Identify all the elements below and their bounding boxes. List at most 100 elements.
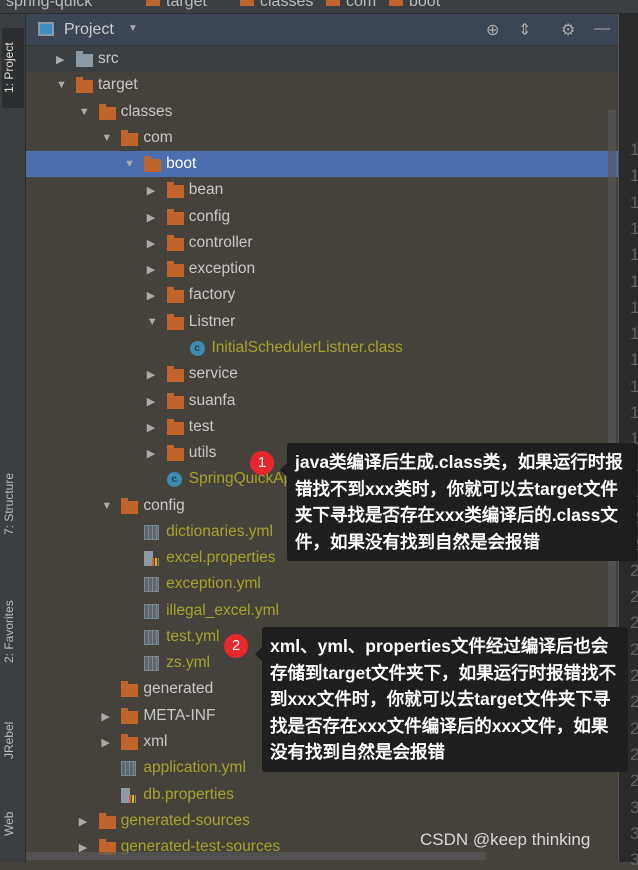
project-window-icon <box>38 22 54 36</box>
tree-item-label: Listner <box>188 313 236 330</box>
expanded-arrow-icon[interactable]: ▼ <box>56 79 67 91</box>
tree-row[interactable]: ▶ config <box>26 204 618 230</box>
minimize-icon[interactable]: — <box>594 20 610 38</box>
tree-row[interactable]: ▶ service <box>26 361 618 387</box>
collapsed-arrow-icon[interactable]: ▶ <box>147 421 155 434</box>
yml-file-icon <box>144 630 160 645</box>
breadcrumb-item[interactable]: boot <box>389 0 440 11</box>
collapsed-arrow-icon[interactable]: ▶ <box>147 395 155 408</box>
tree-item-label: application.yml <box>143 759 246 776</box>
tree-item-label: xml <box>143 733 168 750</box>
line-number: 2 <box>630 744 638 764</box>
breadcrumb-label: com <box>346 0 377 10</box>
tree-row[interactable]: illegal_excel.yml <box>26 598 618 624</box>
tree-row[interactable]: ▼ target <box>26 72 618 98</box>
tree-item-label: controller <box>188 234 253 251</box>
collapsed-arrow-icon[interactable]: ▶ <box>147 211 155 224</box>
tree-row[interactable]: ▶ suanfa <box>26 388 618 414</box>
tree-item-label: excel.properties <box>166 549 276 566</box>
breadcrumb-item[interactable]: classes <box>240 0 313 11</box>
line-number: 1 <box>630 271 638 291</box>
tree-row[interactable]: ▼ classes <box>26 99 618 125</box>
collapsed-arrow-icon[interactable]: ▶ <box>56 53 64 66</box>
folder-icon <box>166 314 184 330</box>
folder-icon <box>76 51 93 67</box>
tree-row[interactable]: c InitialSchedulerListner.class <box>26 335 618 361</box>
tree-item-label: generated <box>143 680 214 697</box>
tree-item-label: boot <box>166 155 197 172</box>
expanded-arrow-icon[interactable]: ▼ <box>124 158 135 170</box>
folder-icon <box>166 287 184 303</box>
breadcrumb-item[interactable]: target <box>146 0 207 11</box>
collapsed-arrow-icon[interactable]: ▶ <box>147 289 155 302</box>
tree-row[interactable]: db.properties <box>26 782 618 808</box>
line-number: 2 <box>630 692 638 712</box>
tree-row[interactable]: ▼ com <box>26 125 618 151</box>
collapsed-arrow-icon[interactable]: ▶ <box>101 736 109 749</box>
expanded-arrow-icon[interactable]: ▼ <box>101 500 112 512</box>
tree-row[interactable]: exception.yml <box>26 571 618 597</box>
line-number: 1 <box>630 297 638 317</box>
breadcrumb-item[interactable]: com <box>326 0 376 11</box>
folder-icon <box>121 498 139 514</box>
folder-icon <box>166 235 184 251</box>
expanded-arrow-icon[interactable]: ▼ <box>101 132 112 144</box>
tree-item-label: classes <box>120 103 173 120</box>
side-tab-web[interactable]: Web <box>2 794 24 854</box>
horizontal-scrollbar[interactable] <box>26 852 486 860</box>
side-tab-jrebel[interactable]: JRebel <box>2 710 24 770</box>
collapse-all-icon[interactable]: ⇕ <box>518 20 531 40</box>
collapsed-arrow-icon[interactable]: ▶ <box>147 368 155 381</box>
tree-row[interactable]: ▶ factory <box>26 282 618 308</box>
collapsed-arrow-icon[interactable]: ▶ <box>147 184 155 197</box>
tree-item-label: config <box>143 497 185 514</box>
tree-row[interactable]: ▶ exception <box>26 256 618 282</box>
breadcrumb-label: classes <box>260 0 314 10</box>
vertical-scrollbar[interactable] <box>608 110 616 660</box>
folder-icon <box>166 393 184 409</box>
collapsed-arrow-icon[interactable]: ▶ <box>101 710 109 723</box>
tree-item-label: illegal_excel.yml <box>166 602 279 619</box>
tree-item-label: dictionaries.yml <box>166 523 273 540</box>
folder-icon <box>166 445 184 461</box>
collapsed-arrow-icon[interactable]: ▶ <box>147 447 155 460</box>
collapsed-arrow-icon[interactable]: ▶ <box>79 815 87 828</box>
chevron-down-icon[interactable]: ▼ <box>128 23 138 34</box>
line-number: 1 <box>630 403 638 422</box>
tree-item-label: exception.yml <box>166 575 261 592</box>
folder-icon <box>76 77 93 93</box>
tree-row[interactable]: ▼ Listner <box>26 309 618 335</box>
line-number: 2 <box>630 587 638 607</box>
breadcrumb-label: boot <box>409 0 441 10</box>
properties-file-icon <box>121 788 137 803</box>
yml-file-icon <box>144 656 160 671</box>
folder-icon <box>98 813 116 829</box>
gear-icon[interactable]: ⚙ <box>561 20 575 40</box>
side-tab-project[interactable]: 1: Project <box>2 28 24 108</box>
breadcrumb-item[interactable]: spring-quick <box>6 0 92 11</box>
expanded-arrow-icon[interactable]: ▼ <box>147 316 158 328</box>
tree-row[interactable]: ▼ boot <box>26 151 618 177</box>
annotation-tooltip-2: xml、yml、properties文件经过编译后也会存储到target文件夹下… <box>255 627 628 772</box>
side-tab-favorites[interactable]: 2: Favorites <box>2 587 24 677</box>
line-number: 1 <box>630 245 638 265</box>
collapsed-arrow-icon[interactable]: ▶ <box>147 237 155 250</box>
locate-icon[interactable]: ⊕ <box>486 20 499 40</box>
side-tab-structure[interactable]: 7: Structure <box>2 459 24 549</box>
collapsed-arrow-icon[interactable]: ▶ <box>147 263 155 276</box>
tree-row[interactable]: ▶ bean <box>26 177 618 203</box>
breadcrumb-label: target <box>166 0 207 10</box>
folder-icon <box>326 0 340 6</box>
panel-title[interactable]: Project <box>64 21 114 39</box>
tree-row[interactable]: ▶ test <box>26 414 618 440</box>
folder-icon <box>166 182 184 198</box>
folder-icon <box>144 156 162 172</box>
folder-icon <box>98 104 116 120</box>
expanded-arrow-icon[interactable]: ▼ <box>79 106 90 118</box>
tree-row[interactable]: ▶ src <box>26 46 618 72</box>
line-number: 1 <box>630 324 638 344</box>
yml-file-icon <box>144 525 160 540</box>
tree-item-label: test <box>188 418 214 435</box>
line-number: 2 <box>630 613 638 633</box>
tree-row[interactable]: ▶ controller <box>26 230 618 256</box>
